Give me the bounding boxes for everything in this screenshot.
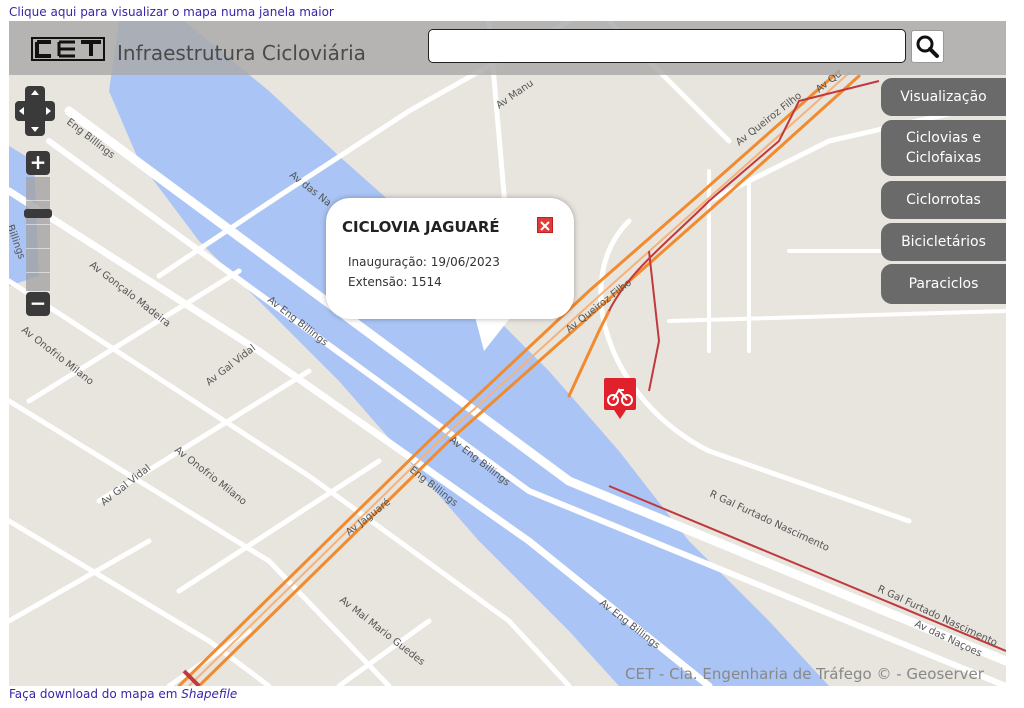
search-icon: [916, 35, 939, 58]
shapefile-link[interactable]: Shapefile: [181, 687, 237, 701]
cet-logo: [31, 37, 105, 61]
popup-pointer: [474, 313, 514, 351]
popup-length: Extensão: 1514: [348, 275, 442, 289]
zoom-slider-track[interactable]: [26, 177, 50, 291]
layer-button-bicicletarios[interactable]: Bicicletários: [881, 223, 1006, 261]
search-input[interactable]: [428, 29, 906, 63]
search-button[interactable]: [911, 30, 944, 63]
close-icon: [540, 221, 550, 231]
popup-inauguration: Inauguração: 19/06/2023: [348, 255, 500, 269]
layer-button-ciclovias[interactable]: Ciclovias e Ciclofaixas: [881, 120, 1006, 176]
zoom-out-button[interactable]: −: [26, 292, 50, 316]
feature-popup: CICLOVIA JAGUARÉ Inauguração: 19/06/2023…: [326, 198, 574, 319]
popup-close-button[interactable]: [537, 217, 553, 233]
map-attribution: CET - Cia. Engenharia de Tráfego © - Geo…: [625, 665, 984, 683]
zoom-slider-handle[interactable]: [24, 209, 52, 218]
zoom-in-button[interactable]: +: [26, 151, 50, 175]
layer-button-ciclorrotas[interactable]: Ciclorrotas: [881, 181, 1006, 219]
layer-button-paraciclos[interactable]: Paraciclos: [881, 264, 1006, 304]
layer-button-visualizacao[interactable]: Visualização: [881, 78, 1006, 116]
download-line: Faça download do mapa em Shapefile: [9, 687, 237, 701]
pan-arrows-icon[interactable]: [15, 86, 55, 136]
app-title: Infraestrutura Cicloviária: [117, 41, 366, 65]
open-larger-map-link[interactable]: Clique aqui para visualizar o mapa numa …: [9, 5, 334, 19]
app-header: Infraestrutura Cicloviária: [9, 21, 1006, 75]
popup-title: CICLOVIA JAGUARÉ: [342, 218, 500, 236]
map-viewport[interactable]: Eng Billings Av das Na Av Manu Av Gonçal…: [9, 21, 1006, 686]
download-text: Faça download do mapa em: [9, 687, 182, 701]
